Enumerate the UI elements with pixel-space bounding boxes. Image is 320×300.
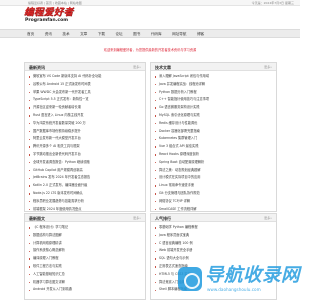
list-item[interactable]: SQL 语句大全与示例 [155, 255, 273, 263]
panel-latest-graphics: 最新图文 更多» 《C 程序设计》学习笔记 数据结构与算法图解 计算机网络原理精… [24, 213, 146, 300]
panel-title: 人气排行 [155, 215, 171, 221]
list-item[interactable]: MySQL 索引优化原理与实践 [155, 112, 273, 120]
panel-header: 最新资讯 更多» [25, 63, 145, 71]
nav-item-articles[interactable]: 文章 [80, 32, 87, 37]
list-item[interactable]: 《C 程序设计》学习笔记 [29, 224, 142, 232]
list-item[interactable]: TypeScript 5.5 正式发布：新特性一览 [29, 96, 142, 104]
list-item[interactable]: Vue 3 组合式 API 最佳实践 [155, 143, 273, 151]
list-item[interactable]: Docker 容器化部署完整指南 [155, 128, 273, 136]
list-item[interactable]: 机器学习算法图文详解 [29, 279, 142, 287]
nav-item-forum[interactable]: 论坛 [115, 32, 122, 37]
list-item[interactable]: 字节跳动推出全新低代码开发平台 [29, 151, 142, 159]
list-item[interactable]: 操作系统核心概念解析 [29, 247, 142, 255]
panel-tech-articles: 技术文章 更多» 深入理解 JavaScript 闭包与作用域 Java 并发编… [150, 62, 277, 212]
list-item[interactable]: 华为鸿蒙系统开发者数量突破 200 万 [29, 120, 142, 128]
more-link[interactable]: 更多» [264, 216, 272, 220]
watermark-url: www.daohangshoulu.com [207, 287, 261, 292]
list-item[interactable]: Go 语言微服务架构设计实践 [155, 104, 273, 112]
list-item[interactable]: Spring Boot 自动配置原理解析 [155, 159, 273, 167]
panel-header: 技术文章 更多» [151, 63, 276, 71]
list-item[interactable]: 网络协议 TCP/IP 详解 [155, 198, 273, 206]
list-item[interactable]: 全球开发者调查报告：Python 继续领跑 [29, 159, 142, 167]
panel-title: 最新图文 [29, 215, 45, 221]
list-item[interactable]: 计算机网络原理精讲 [29, 240, 142, 248]
list-item[interactable]: GitHub Copilot 用户规模再创新高 [29, 167, 142, 175]
list-item[interactable]: 阿里云发布新一代大模型开发平台 [29, 135, 142, 143]
list-item[interactable]: C++ 智能指针使用技巧与注意事项 [155, 96, 273, 104]
panel-title: 最新资讯 [29, 64, 45, 70]
list-item[interactable]: 腾讯开源多个 AI 相关工具与框架 [29, 143, 142, 151]
nav-item-news[interactable]: 资讯 [45, 32, 52, 37]
list-item[interactable]: 开源社区迎来新一轮贡献者增长潮 [29, 104, 142, 112]
panel-latest-news: 最新资讯 更多» 微软宣布 VS Code 新版本支持 AI 代码补全功能 谷歌… [24, 62, 146, 212]
nav-item-home[interactable]: 首页 [27, 32, 34, 37]
nav-item-directory[interactable]: 网址导航 [172, 32, 186, 37]
list-item[interactable]: Java 并发编程实战：线程池详解 [155, 81, 273, 89]
date-text: 今天是：2024年7月3日 星期三 [251, 1, 294, 5]
nav-item-download[interactable]: 下载 [98, 32, 105, 37]
nav-item-blog[interactable]: 博客 [197, 32, 204, 37]
more-link[interactable]: 更多» [133, 65, 141, 69]
list-item[interactable]: 零基础学 Python 编程教程 [155, 224, 273, 232]
news-list: 微软宣布 VS Code 新版本支持 AI 代码补全功能 谷歌公布 Androi… [25, 71, 145, 213]
list-item[interactable]: C 语言经典编程 100 例 [155, 240, 273, 248]
more-link[interactable]: 更多» [133, 216, 141, 220]
nav-item-code[interactable]: 代码库 [151, 32, 162, 37]
watermark: 导航收录网 www.daohangshoulu.com [178, 265, 300, 297]
panel-header: 最新图文 更多» [25, 214, 145, 222]
list-item[interactable]: Web 前端开发完全手册 [155, 247, 273, 255]
watermark-text: 导航收录网 [205, 265, 301, 286]
site-logo[interactable]: 编程爱好者 Programfan.com [24, 7, 76, 24]
list-item[interactable]: React Hooks 原理深度剖析 [155, 151, 273, 159]
main-nav: 首页 资讯 技术 文章 下载 论坛 图书 代码库 网址导航 博客 [0, 29, 300, 38]
logo-title: 编程爱好者 [24, 7, 74, 18]
list-item[interactable]: Linux 常用命令速查手册 [155, 182, 273, 190]
list-item[interactable]: 国产数据库市场份额持续稳步提升 [29, 128, 142, 136]
list-item[interactable]: 苹果 WWDC 大会发布新一代开发者工具 [29, 89, 142, 97]
list-item[interactable]: 谷歌公布 Android 15 正式版发布时间表 [29, 81, 142, 89]
more-link[interactable]: 更多» [264, 65, 272, 69]
list-item[interactable]: 软件工程方法与实践 [29, 263, 142, 271]
list-item[interactable]: 设计模式在实际项目中的应用 [155, 174, 273, 182]
list-item[interactable]: Java 程序员面试宝典 [155, 232, 273, 240]
list-item[interactable]: Git 分支管理与团队协作规范 [155, 190, 273, 198]
article-list: 深入理解 JavaScript 闭包与作用域 Java 并发编程实战：线程池详解… [151, 71, 276, 213]
nav-item-tech[interactable]: 技术 [62, 32, 69, 37]
list-item[interactable]: 微软宣布 VS Code 新版本支持 AI 代码补全功能 [29, 73, 142, 81]
list-item[interactable]: 程序员职业发展趋势与技能需求分析 [29, 198, 142, 206]
list-item[interactable]: JetBrains 发布 2024 年开发者生态报告 [29, 174, 142, 182]
list-item[interactable]: Kotlin 2.0 正式发布，编译器全面升级 [29, 182, 142, 190]
list-item[interactable]: Rust 语言进入 Linux 内核主线开发 [29, 112, 142, 120]
list-item[interactable]: Python 数据分析入门教程 [155, 89, 273, 97]
watermark-logo-icon [178, 267, 202, 291]
top-bar: 编程爱好者 | 首页 | 收藏本站 | 网站地图 今天是：2024年7月3日 星… [0, 0, 300, 6]
panel-title: 技术文章 [155, 64, 171, 70]
list-item[interactable]: Node.js 22 LTS 版本发布时间确认 [29, 190, 142, 198]
logo-domain: Programfan.com [25, 18, 69, 23]
list-item[interactable]: 编译原理入门教程 [29, 255, 142, 263]
list-item[interactable]: 人工智能基础知识汇总 [29, 271, 142, 279]
list-item[interactable]: 算法之美：动态规划经典题解 [155, 167, 273, 175]
top-links[interactable]: 编程爱好者 | 首页 | 收藏本站 | 网站地图 [28, 1, 82, 5]
graphic-list: 《C 程序设计》学习笔记 数据结构与算法图解 计算机网络原理精讲 操作系统核心概… [25, 222, 145, 294]
list-item[interactable]: Redis 缓存设计与性能调优 [155, 120, 273, 128]
notice-text[interactable]: 欢迎来到编程爱好者，为您提供最新的开发者技术资讯与学习资源 [0, 47, 300, 52]
nav-item-books[interactable]: 图书 [133, 32, 140, 37]
panel-header: 人气排行 更多» [151, 214, 276, 222]
list-item[interactable]: 深入理解 JavaScript 闭包与作用域 [155, 73, 273, 81]
list-item[interactable]: 数据结构与算法图解 [29, 232, 142, 240]
list-item[interactable]: Android 开发从入门到精通 [29, 286, 142, 294]
list-item[interactable]: Kubernetes 集群管理入门 [155, 135, 273, 143]
